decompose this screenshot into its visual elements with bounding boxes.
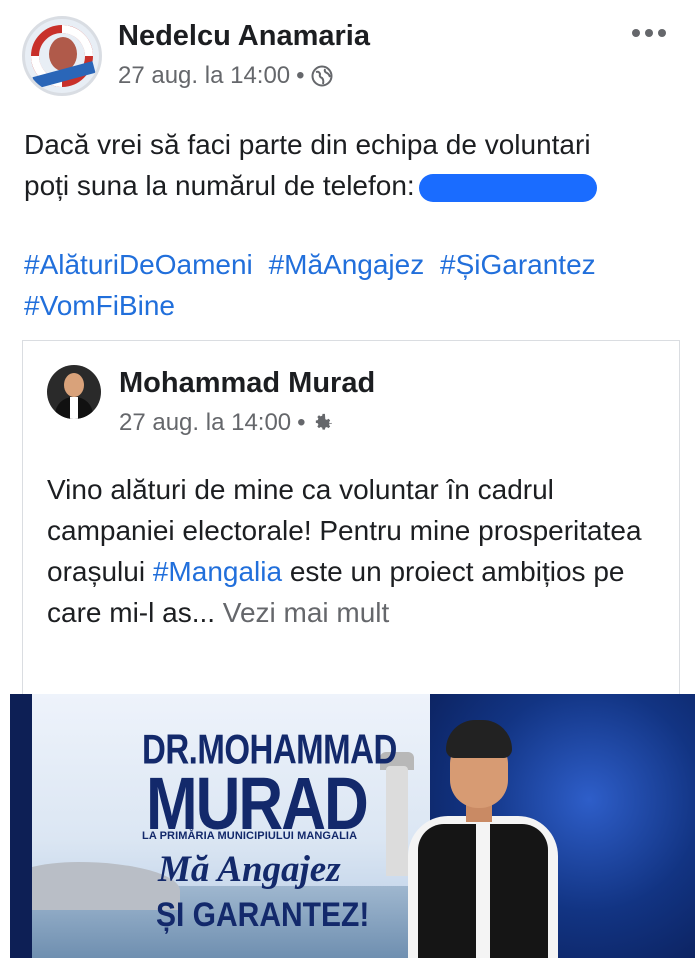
meta-separator: • xyxy=(296,62,305,89)
candidate-photo xyxy=(388,716,584,958)
shared-author-avatar[interactable] xyxy=(47,365,101,419)
shared-post-date[interactable]: 27 aug. la 14:00 xyxy=(119,409,291,437)
meta-separator: • xyxy=(297,409,306,436)
banner-subtitle: LA PRIMĂRIA MUNICIPIULUI MANGALIA xyxy=(142,830,358,842)
see-more-link[interactable]: Vezi mai mult xyxy=(215,597,390,628)
globe-icon[interactable] xyxy=(311,65,333,87)
banner-slogan-line1: Mă Angajez xyxy=(158,849,341,890)
mangalia-hashtag-link[interactable]: #Mangalia xyxy=(153,556,282,587)
redacted-phone-number xyxy=(418,173,597,202)
shared-post-text: Vino alături de mine ca voluntar în cadr… xyxy=(47,469,667,633)
shared-post-meta: 27 aug. la 14:00 • xyxy=(119,409,334,437)
banner-slogan-line2: ȘI GARANTEZ! xyxy=(156,896,370,934)
gear-icon xyxy=(315,413,332,430)
post-text-line2: poți suna la numărul de telefon: xyxy=(24,170,415,201)
post-text-line1: Dacă vrei să faci parte din echipa de vo… xyxy=(24,129,591,160)
hashtag-link[interactable]: #VomFiBine xyxy=(24,290,175,321)
post-meta: 27 aug. la 14:00 • xyxy=(118,62,333,90)
more-options-icon[interactable] xyxy=(632,26,668,40)
author-avatar[interactable] xyxy=(22,16,102,96)
banner-left-border xyxy=(10,694,32,958)
hashtags: #AlăturiDeOameni #MăAngajez #ȘiGarantez … xyxy=(24,244,674,326)
shared-post-card[interactable]: Mohammad Murad 27 aug. la 14:00 • Vino a… xyxy=(22,340,680,694)
hashtag-link[interactable]: #AlăturiDeOameni xyxy=(24,249,253,280)
post-header: Nedelcu Anamaria 27 aug. la 14:00 • xyxy=(22,14,682,98)
campaign-banner-image[interactable]: DR.MOHAMMAD MURAD LA PRIMĂRIA MUNICIPIUL… xyxy=(10,694,695,958)
hashtag-link[interactable]: #ȘiGarantez xyxy=(440,249,596,280)
post-date[interactable]: 27 aug. la 14:00 xyxy=(118,62,290,90)
shared-author-name[interactable]: Mohammad Murad xyxy=(119,367,375,400)
hashtag-link[interactable]: #MăAngajez xyxy=(269,249,425,280)
author-name[interactable]: Nedelcu Anamaria xyxy=(118,20,370,53)
post-text: Dacă vrei să faci parte din echipa de vo… xyxy=(24,124,674,206)
